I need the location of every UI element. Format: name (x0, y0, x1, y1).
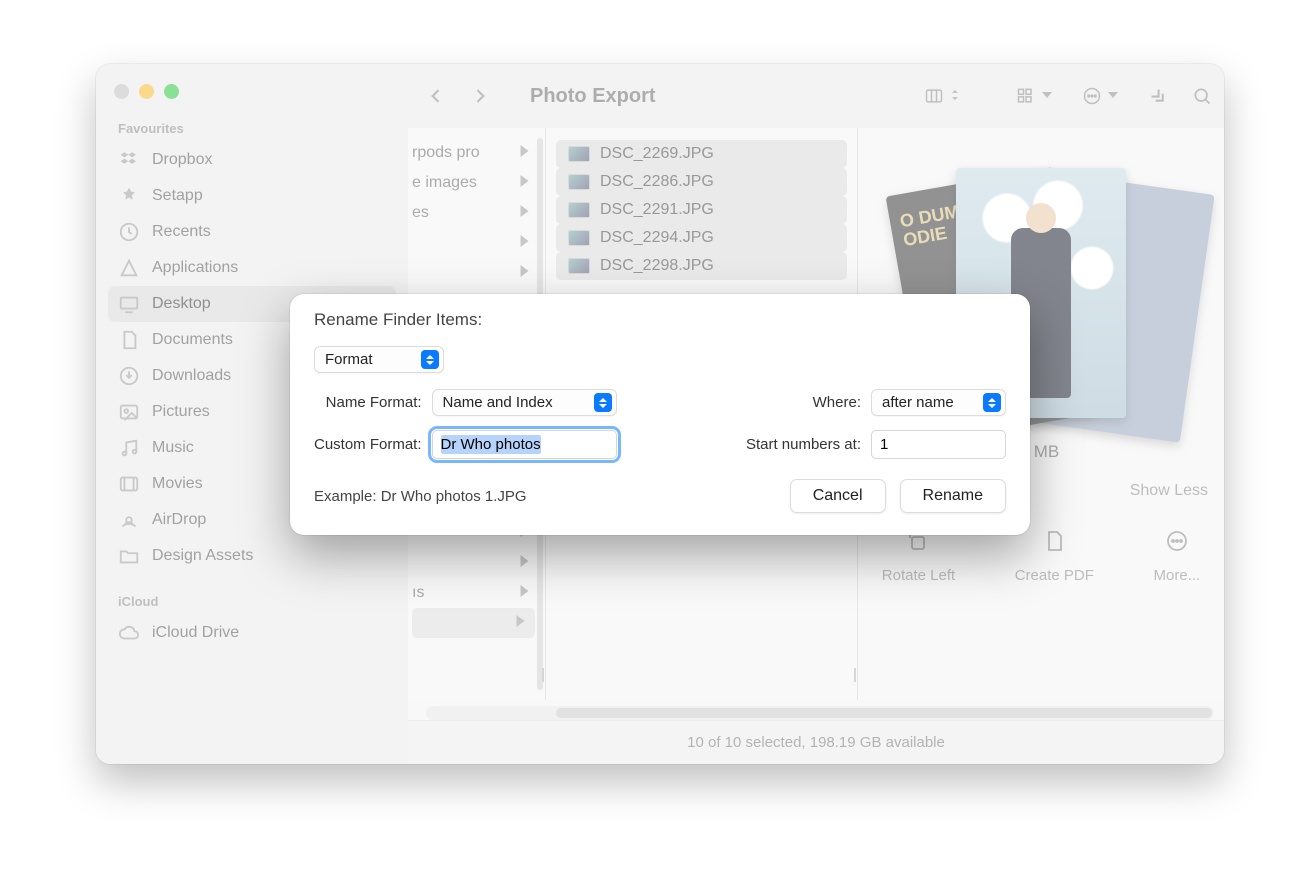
select-stepper-icon (421, 350, 439, 369)
example-text: Example: Dr Who photos 1.JPG (314, 488, 527, 505)
cancel-button[interactable]: Cancel (790, 479, 886, 513)
where-select[interactable]: after name (871, 389, 1006, 416)
name-format-label: Name Format: (314, 394, 422, 411)
select-value: Format (325, 351, 373, 368)
start-numbers-input[interactable]: 1 (871, 430, 1006, 459)
custom-format-label: Custom Format: (314, 436, 422, 453)
rename-mode-select[interactable]: Format (314, 346, 444, 373)
select-value: Name and Index (443, 394, 553, 411)
select-value: after name (882, 394, 954, 411)
input-value: Dr Who photos (441, 435, 541, 454)
dialog-title: Rename Finder Items: (314, 310, 1006, 330)
custom-format-input[interactable]: Dr Who photos (432, 430, 617, 459)
rename-button[interactable]: Rename (900, 479, 1006, 513)
start-numbers-label: Start numbers at: (746, 436, 861, 453)
name-format-select[interactable]: Name and Index (432, 389, 617, 416)
input-value: 1 (880, 436, 888, 453)
rename-dialog: Rename Finder Items: Format Name Format:… (290, 294, 1030, 535)
where-label: Where: (746, 394, 861, 411)
select-stepper-icon (983, 393, 1001, 412)
select-stepper-icon (594, 393, 612, 412)
